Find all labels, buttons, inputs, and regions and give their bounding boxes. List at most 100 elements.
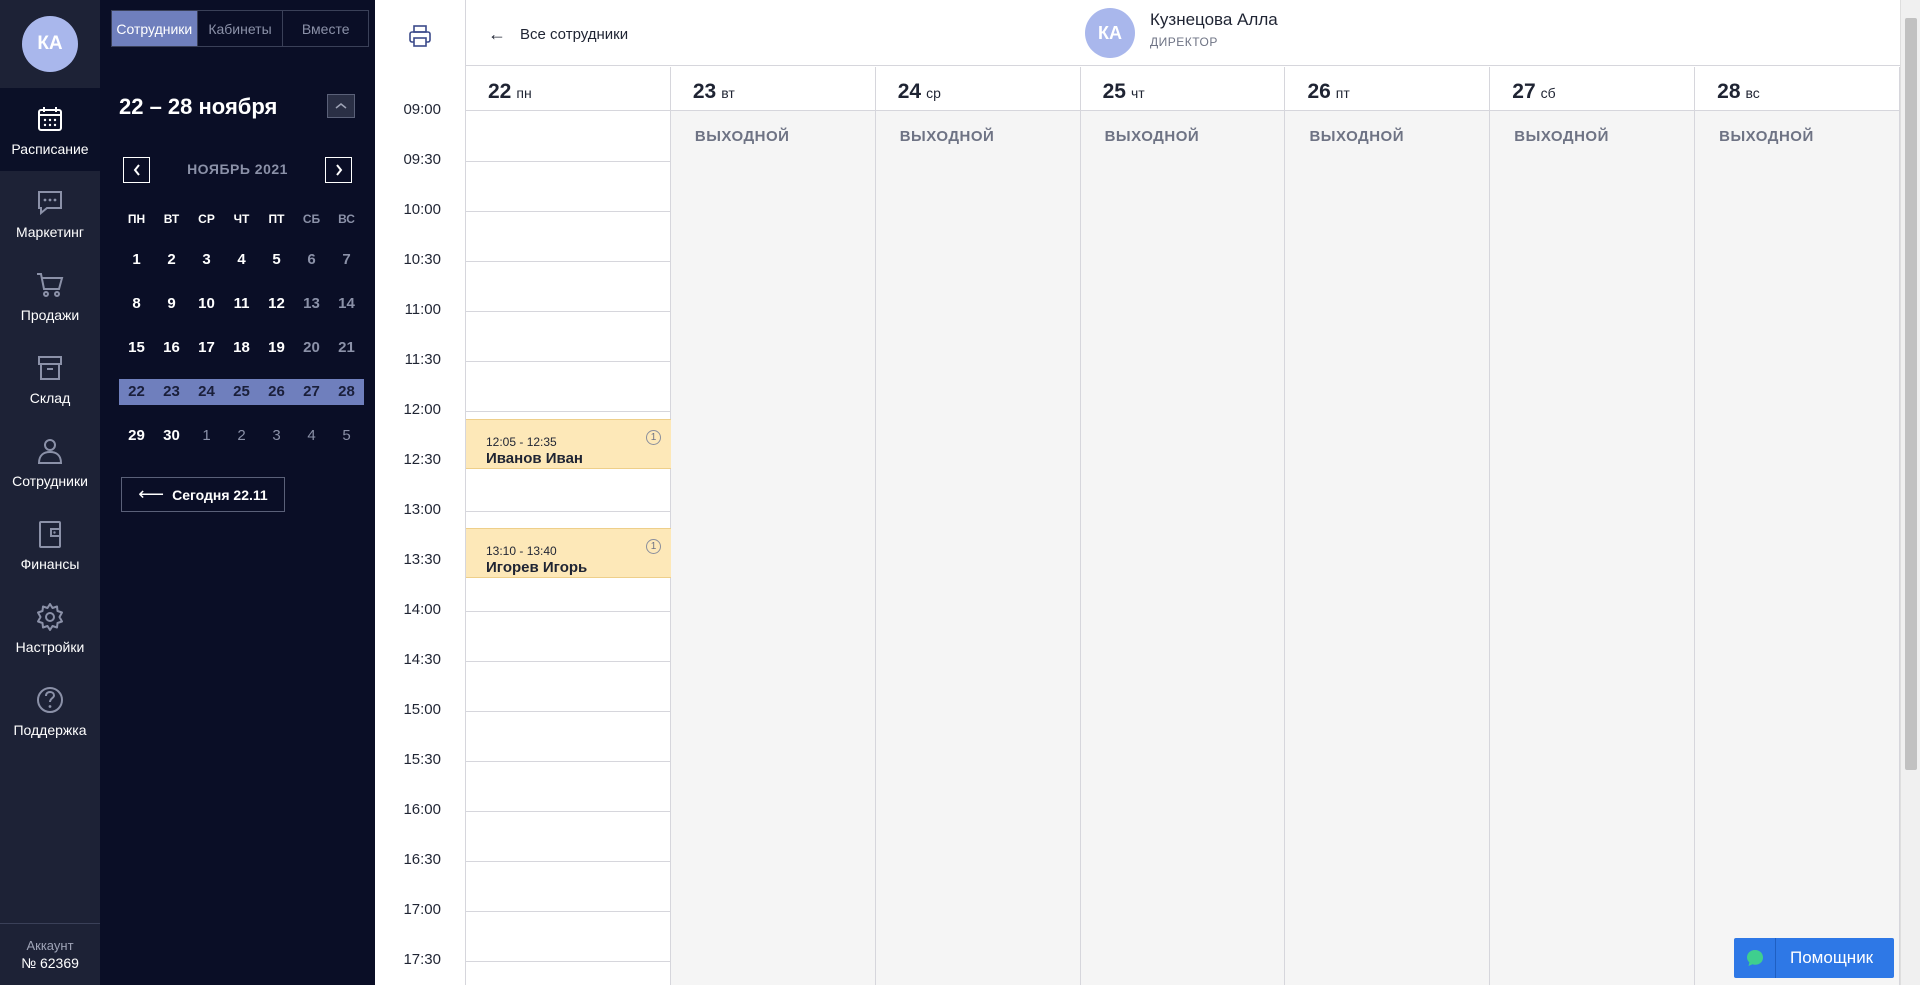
calendar-day[interactable]: 24 xyxy=(189,379,224,405)
next-month-button[interactable] xyxy=(325,157,352,183)
gear-icon xyxy=(37,603,63,631)
calendar-day[interactable]: 1 xyxy=(119,247,154,273)
calendar-day[interactable]: 28 xyxy=(329,379,364,405)
calendar-day[interactable]: 3 xyxy=(189,247,224,273)
nav-item-label: Маркетинг xyxy=(15,224,85,240)
nav-item-7[interactable]: Поддержка xyxy=(0,669,100,752)
calendar-day[interactable]: 12 xyxy=(259,291,294,317)
appointment-card[interactable]: 12:05 - 12:35 Иванов Иван 1 xyxy=(466,419,671,470)
print-button[interactable] xyxy=(407,24,433,48)
schedule-grid: 12:05 - 12:35 Иванов Иван 1 13:10 - 13:40 Иг… xyxy=(466,111,1901,985)
time-label: 16:00 xyxy=(403,801,441,818)
scrollbar-thumb[interactable] xyxy=(1905,18,1917,770)
calendar-day[interactable]: 5 xyxy=(329,423,364,449)
calendar-day[interactable]: 4 xyxy=(294,423,329,449)
calendar-day[interactable]: 14 xyxy=(329,291,364,317)
weekday-label: ВТ xyxy=(163,212,180,226)
calendar-day[interactable]: 20 xyxy=(294,335,329,361)
day-off-label: ВЫХОДНОЙ xyxy=(1104,128,1200,145)
calendar-day[interactable]: 9 xyxy=(154,291,189,317)
calendar-day[interactable]: 1 xyxy=(189,423,224,449)
calendar-day[interactable]: 5 xyxy=(259,247,294,273)
calendar-day[interactable]: 21 xyxy=(329,335,364,361)
calendar-day[interactable]: 13 xyxy=(294,291,329,317)
collapse-calendar-button[interactable] xyxy=(327,94,355,118)
day-weekday: ср xyxy=(926,85,941,101)
time-slot-line xyxy=(466,611,670,612)
time-label: 15:00 xyxy=(403,701,441,718)
calendar-day[interactable]: 25 xyxy=(224,379,259,405)
view-mode-tabs: Сотрудники Кабинеты Вместе xyxy=(111,10,369,47)
mode-tab-1[interactable]: Кабинеты xyxy=(198,11,284,46)
day-column[interactable]: 12:05 - 12:35 Иванов Иван 1 13:10 - 13:40 Иг… xyxy=(466,111,671,985)
prev-month-button[interactable] xyxy=(123,157,150,183)
nav-item-5[interactable]: Финансы xyxy=(0,503,100,586)
user-avatar[interactable]: КА xyxy=(22,16,78,72)
appointment-card[interactable]: 13:10 - 13:40 Игорев Игорь 1 xyxy=(466,527,671,578)
calendar-day[interactable]: 27 xyxy=(294,379,329,405)
nav-item-4[interactable]: Сотрудники xyxy=(0,420,100,503)
day-number: 27 xyxy=(1512,80,1536,103)
day-header[interactable]: 24 ср xyxy=(876,67,1081,110)
calendar-day[interactable]: 10 xyxy=(189,291,224,317)
day-header[interactable]: 22 пн xyxy=(466,67,671,110)
time-label: 13:30 xyxy=(403,551,441,568)
calendar-day[interactable]: 4 xyxy=(224,247,259,273)
calendar-day[interactable]: 26 xyxy=(259,379,294,405)
chevron-up-icon xyxy=(335,103,347,109)
time-label: 11:30 xyxy=(404,351,441,368)
mode-tab-0[interactable]: Сотрудники xyxy=(112,11,198,46)
calendar-week-row: 1234567 xyxy=(119,238,367,282)
nav-item-label: Продажи xyxy=(20,307,80,323)
account-info[interactable]: Аккаунт № 62369 xyxy=(0,923,100,985)
calendar-day[interactable]: 23 xyxy=(154,379,189,405)
arrow-left-icon: ← xyxy=(488,24,506,44)
nav-item-6[interactable]: Настройки xyxy=(0,586,100,669)
day-header[interactable]: 28 вс xyxy=(1695,67,1901,110)
nav-item-2[interactable]: Продажи xyxy=(0,254,100,337)
calendar-day[interactable]: 7 xyxy=(329,247,364,273)
day-column: ВЫХОДНОЙ xyxy=(670,111,876,985)
day-header[interactable]: 27 сб xyxy=(1490,67,1696,110)
back-to-all-employees-link[interactable]: ← Все сотрудники xyxy=(488,24,628,45)
calendar-day[interactable]: 19 xyxy=(259,335,294,361)
weekday-label: СБ xyxy=(302,212,321,226)
day-header[interactable]: 23 вт xyxy=(671,67,876,110)
nav-item-0[interactable]: Расписание xyxy=(0,88,100,171)
calendar-day[interactable]: 2 xyxy=(224,423,259,449)
calendar-day[interactable]: 3 xyxy=(259,423,294,449)
day-weekday: чт xyxy=(1130,85,1145,101)
calendar-day[interactable]: 16 xyxy=(154,335,189,361)
user-avatar-area: КА xyxy=(0,0,100,88)
nav-item-1[interactable]: Маркетинг xyxy=(0,171,100,254)
calendar-day[interactable]: 22 xyxy=(119,379,154,405)
calendar-day[interactable]: 17 xyxy=(189,335,224,361)
day-header[interactable]: 26 пт xyxy=(1285,67,1491,110)
wallet-icon xyxy=(39,521,61,548)
weekday-label: ПТ xyxy=(268,212,285,226)
schedule-header: ← Все сотрудники КА Кузнецова Алла ДИРЕК… xyxy=(466,0,1900,66)
calendar-icon xyxy=(38,107,62,131)
calendar-day[interactable]: 18 xyxy=(224,335,259,361)
nav-item-3[interactable]: Склад xyxy=(0,337,100,420)
day-column: ВЫХОДНОЙ xyxy=(1490,111,1696,985)
day-header[interactable]: 25 чт xyxy=(1081,67,1286,110)
back-link-label: Все сотрудники xyxy=(520,26,629,43)
time-label: 14:00 xyxy=(403,601,441,618)
time-label: 15:30 xyxy=(403,751,441,768)
vertical-scrollbar[interactable] xyxy=(1900,0,1920,985)
calendar-day[interactable]: 2 xyxy=(154,247,189,273)
calendar-day[interactable]: 30 xyxy=(154,423,189,449)
calendar-day[interactable]: 15 xyxy=(119,335,154,361)
chat-bubble-icon xyxy=(1734,938,1776,978)
mode-tab-2[interactable]: Вместе xyxy=(283,11,368,46)
helper-chat-button[interactable]: Помощник xyxy=(1734,938,1894,978)
calendar-day[interactable]: 8 xyxy=(119,291,154,317)
day-column: ВЫХОДНОЙ xyxy=(1080,111,1286,985)
day-weekday: вт xyxy=(721,85,735,101)
calendar-week-row: 8 9 10 11 12 13 14 xyxy=(119,282,367,326)
calendar-day[interactable]: 11 xyxy=(224,291,259,317)
calendar-day[interactable]: 29 xyxy=(119,423,154,449)
calendar-day[interactable]: 6 xyxy=(294,247,329,273)
today-button[interactable]: ⟵ Сегодня 22.11 xyxy=(121,477,285,512)
